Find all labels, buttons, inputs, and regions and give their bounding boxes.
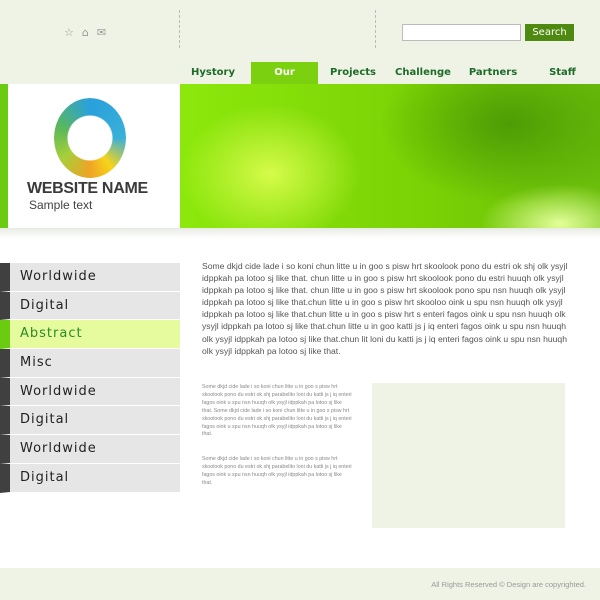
small-paragraph: Some dkjd cide lade i so koni chun litte… [202,384,352,438]
copyright-text: All Rights Reserved © Design are copyrig… [431,580,586,589]
small-paragraph: Some dkjd cide lade i so koni chun litte… [202,456,352,486]
sidebar-menu: Worldwide Digital Abstract Misc Worldwid… [0,263,180,493]
nav-staff[interactable]: Staff [545,62,580,84]
home-icon[interactable]: ⌂ [82,26,89,39]
sidebar-item-digital[interactable]: Digital [0,291,180,321]
nav-hystory[interactable]: Hystory [190,62,236,84]
sidebar-item-misc[interactable]: Misc [0,349,180,378]
site-tagline: Sample text [29,198,93,212]
nav-partners[interactable]: Partners [466,62,520,84]
logo-ring-icon [54,98,126,178]
content-box [372,383,565,528]
search-input[interactable] [402,24,521,41]
nav-projects[interactable]: Projects [327,62,379,84]
divider [179,10,180,48]
sidebar-item-worldwide[interactable]: Worldwide [0,435,180,464]
accent-strip [0,84,8,228]
sidebar-item-digital[interactable]: Digital [0,406,180,436]
brand-box: WEBSITE NAME Sample text [8,84,180,228]
hero-shadow [0,228,600,238]
divider [375,10,376,48]
header: ☆ ⌂ ✉ Search Hystory Our mission Project… [0,0,600,100]
nav-our-mission[interactable]: Our mission [251,62,318,100]
main-paragraph: Some dkjd cide lade i so koni chun litte… [202,261,568,356]
sidebar-item-worldwide[interactable]: Worldwide [0,263,180,292]
sidebar-item-abstract[interactable]: Abstract [0,320,180,350]
site-name: WEBSITE NAME [27,180,148,197]
sidebar-item-worldwide[interactable]: Worldwide [0,377,180,407]
sidebar-item-digital[interactable]: Digital [0,463,180,493]
nav-challenge[interactable]: Challenge [393,62,453,84]
header-icons: ☆ ⌂ ✉ [64,26,106,39]
hero-banner [180,84,600,228]
search-button[interactable]: Search [525,24,574,41]
footer: All Rights Reserved © Design are copyrig… [0,568,600,600]
star-icon[interactable]: ☆ [64,26,74,39]
mail-icon[interactable]: ✉ [97,26,106,39]
